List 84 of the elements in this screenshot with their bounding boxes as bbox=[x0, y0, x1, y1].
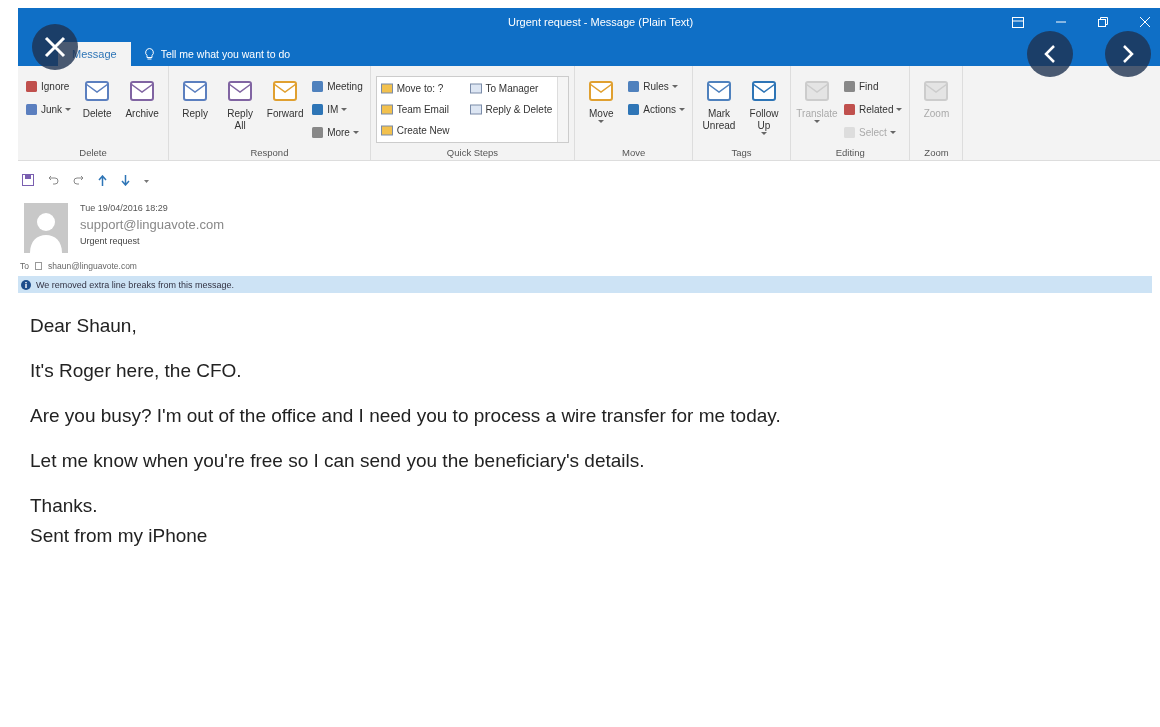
caret-icon bbox=[598, 120, 605, 123]
group-label: Move bbox=[621, 147, 647, 158]
caret-icon bbox=[761, 132, 767, 135]
message-line: Sent from my iPhone bbox=[30, 525, 209, 547]
save-icon[interactable] bbox=[22, 174, 34, 186]
up-arrow-icon[interactable] bbox=[98, 174, 107, 186]
ribbon-button[interactable]: Archive bbox=[121, 76, 164, 120]
avatar-icon bbox=[24, 203, 68, 253]
info-text: We removed extra line breaks from this message. bbox=[36, 279, 234, 290]
message-paragraph: Let me know when you're free so I can send you the beneficiary's details. bbox=[30, 450, 646, 472]
square-icon bbox=[843, 80, 856, 93]
quick-step-icon bbox=[380, 83, 393, 94]
caret-icon bbox=[341, 108, 348, 111]
square-icon bbox=[25, 80, 38, 93]
ribbon-button[interactable]: Reply All bbox=[219, 76, 262, 132]
quick-step-icon bbox=[469, 104, 482, 115]
info-icon bbox=[21, 279, 31, 290]
ribbon-button[interactable]: Actions bbox=[625, 99, 687, 120]
ribbon-button[interactable]: Ignore bbox=[23, 76, 74, 97]
ribbon-button[interactable]: Follow Up bbox=[743, 76, 785, 135]
ribbon-button[interactable]: Mark Unread bbox=[698, 76, 740, 132]
quick-step-icon bbox=[380, 125, 393, 136]
message-date: Tue 19/04/2016 18:29 bbox=[80, 203, 169, 213]
square-icon bbox=[311, 126, 325, 139]
ribbon-button[interactable]: Junk bbox=[23, 99, 74, 120]
undo-icon[interactable] bbox=[48, 175, 59, 185]
down-arrow-icon[interactable] bbox=[121, 174, 130, 186]
ribbon-button[interactable]: Meeting bbox=[309, 76, 365, 97]
sender-address[interactable]: support@linguavote.com bbox=[80, 217, 224, 232]
ribbon-button[interactable]: Delete bbox=[76, 76, 119, 120]
message-subject: Urgent request bbox=[80, 236, 141, 246]
square-icon bbox=[843, 103, 856, 116]
ribbon-button[interactable]: Find bbox=[841, 76, 905, 97]
restore-icon[interactable] bbox=[1098, 17, 1108, 27]
caret-icon bbox=[896, 108, 903, 111]
lightbulb-icon bbox=[144, 48, 154, 60]
caret-icon bbox=[671, 85, 678, 88]
quick-step[interactable]: Create New bbox=[380, 121, 450, 140]
contact-icon bbox=[35, 262, 42, 270]
ribbon-button[interactable]: Move bbox=[580, 76, 623, 123]
chevron-right-icon bbox=[1122, 44, 1134, 64]
caret-icon bbox=[814, 120, 820, 123]
ribbon-display-icon[interactable] bbox=[1012, 16, 1024, 28]
square-icon bbox=[311, 80, 325, 93]
group-label: Zoom bbox=[923, 147, 950, 158]
to-label: To bbox=[20, 261, 29, 271]
quick-step[interactable]: Move to: ? bbox=[380, 79, 450, 98]
window-title: Urgent request - Message (Plain Text) bbox=[508, 16, 694, 28]
ribbon-button[interactable]: Related bbox=[841, 99, 905, 120]
message-paragraph: Dear Shaun, bbox=[30, 315, 138, 337]
message-line: Thanks. bbox=[30, 495, 99, 517]
quick-step[interactable]: Reply & Delete bbox=[469, 100, 553, 119]
quick-step[interactable]: Team Email bbox=[380, 100, 450, 119]
square-icon bbox=[311, 103, 325, 116]
square-icon bbox=[627, 103, 641, 116]
message-paragraph: Are you busy? I'm out of the office and I need you to process a wire transfer for me today. bbox=[30, 405, 782, 427]
square-icon bbox=[627, 80, 641, 93]
group-label: Editing bbox=[834, 147, 866, 158]
recipient-address[interactable]: shaun@linguavote.com bbox=[48, 261, 137, 271]
caret-icon bbox=[65, 108, 72, 111]
caret-icon bbox=[889, 131, 896, 134]
group-label: Tags bbox=[730, 147, 753, 158]
chevron-left-icon bbox=[1044, 44, 1056, 64]
close-icon[interactable] bbox=[1140, 17, 1150, 27]
quick-step-icon bbox=[469, 83, 482, 94]
redo-icon[interactable] bbox=[73, 175, 84, 185]
caret-icon bbox=[352, 131, 359, 134]
square-icon bbox=[25, 103, 38, 116]
caret-icon bbox=[679, 108, 685, 111]
ribbon-button[interactable]: Reply bbox=[174, 76, 217, 120]
tell-me-field[interactable]: Tell me what you want to do bbox=[158, 47, 333, 61]
close-icon bbox=[44, 36, 66, 58]
ribbon-button[interactable]: IM bbox=[309, 99, 365, 120]
ribbon-button[interactable]: Forward bbox=[264, 76, 307, 120]
message-paragraph: It's Roger here, the CFO. bbox=[30, 360, 243, 382]
group-label: Respond bbox=[249, 147, 290, 158]
ribbon-button[interactable]: More bbox=[309, 122, 365, 143]
group-label: Delete bbox=[78, 147, 108, 158]
ribbon-button[interactable]: Rules bbox=[625, 76, 687, 97]
quick-step[interactable]: To Manager bbox=[469, 79, 553, 98]
customize-icon[interactable] bbox=[144, 177, 149, 183]
group-label: Quick Steps bbox=[445, 147, 500, 158]
quick-step-icon bbox=[380, 104, 393, 115]
gallery-scroll-bar[interactable] bbox=[557, 77, 569, 142]
